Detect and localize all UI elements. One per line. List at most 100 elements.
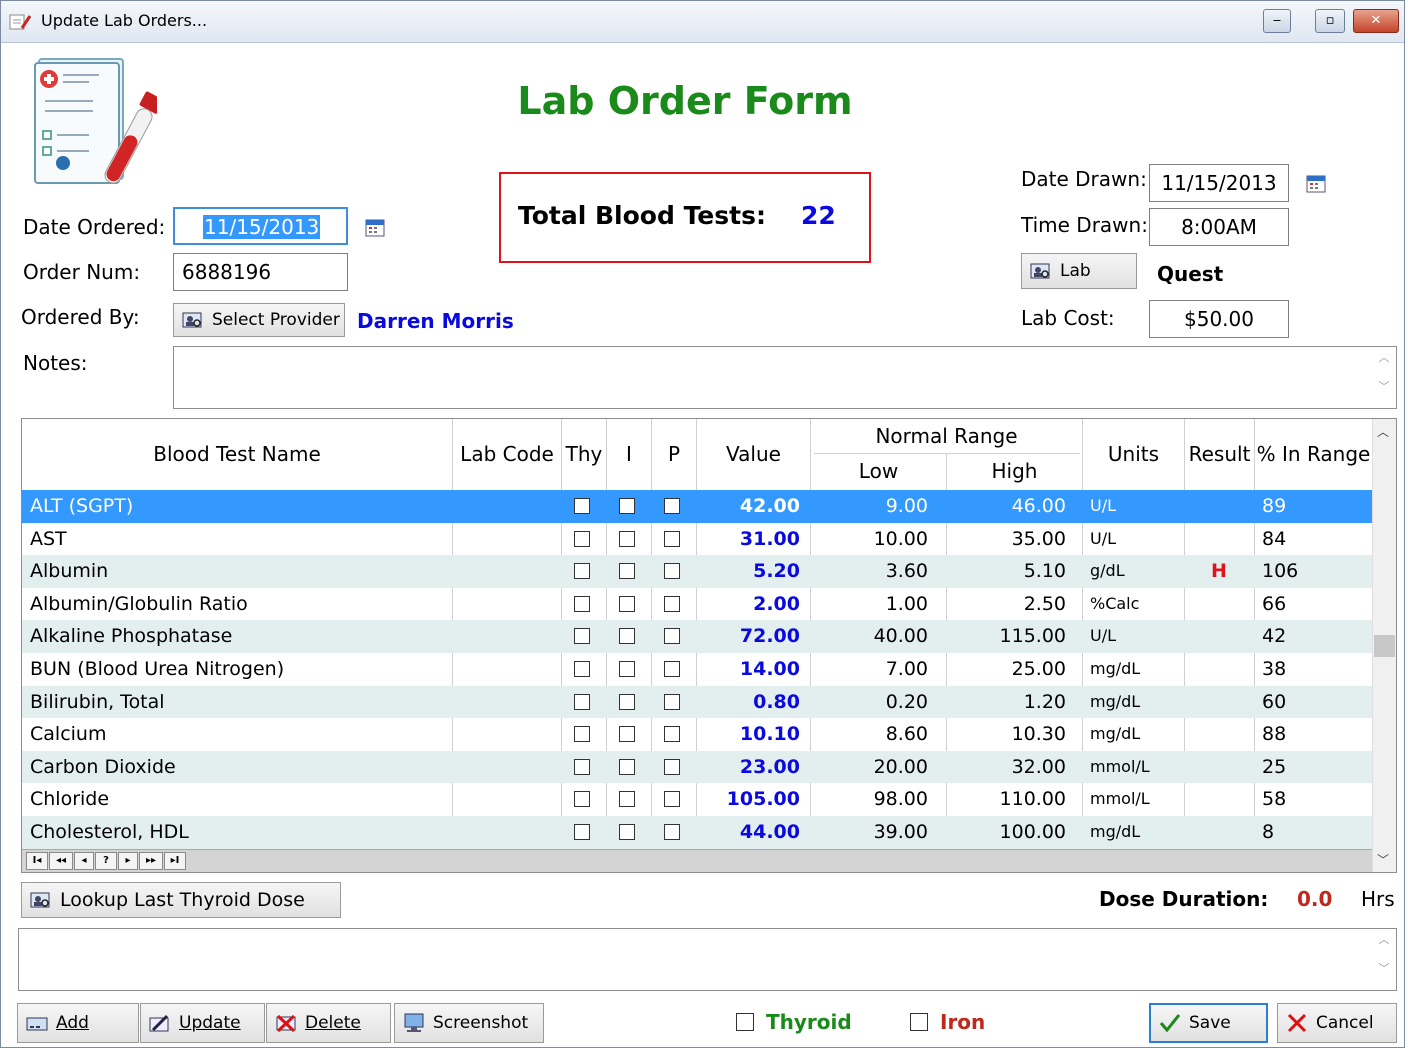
time-drawn-field[interactable]: 8:00AM <box>1149 208 1289 246</box>
navigator-button[interactable]: ▸ <box>118 852 138 870</box>
table-row[interactable]: Albumin 5.20 3.60 5.10 g/dL H 106 <box>22 555 1372 588</box>
navigator-button[interactable]: ◂◂ <box>49 852 73 870</box>
save-button[interactable]: Save <box>1149 1003 1268 1043</box>
header-thy[interactable]: Thy <box>562 442 606 466</box>
date-drawn-field[interactable]: 11/15/2013 <box>1149 164 1289 202</box>
thy-checkbox[interactable] <box>574 758 590 775</box>
table-row[interactable]: AST 31.00 10.00 35.00 U/L 84 <box>22 523 1372 556</box>
header-value[interactable]: Value <box>697 442 810 466</box>
i-checkbox[interactable] <box>619 661 635 677</box>
header-blood-test-name[interactable]: Blood Test Name <box>22 442 452 466</box>
i-checkbox[interactable] <box>619 726 635 743</box>
thy-checkbox[interactable] <box>574 595 590 612</box>
header-lab-code[interactable]: Lab Code <box>453 442 561 466</box>
calendar-icon[interactable] <box>365 217 385 237</box>
i-checkbox[interactable] <box>619 530 635 547</box>
table-row[interactable]: Albumin/Globulin Ratio 2.00 1.00 2.50 %Calc 6… <box>22 588 1372 621</box>
table-row[interactable]: ALT (SGPT) 42.00 9.00 46.00 U/L 89 <box>22 490 1372 523</box>
minimize-button[interactable]: ‒ <box>1263 9 1291 33</box>
close-button[interactable]: ✕ <box>1353 9 1399 33</box>
header-i[interactable]: I <box>607 442 651 466</box>
iron-checkbox-label: Iron <box>940 1010 986 1034</box>
navigator-button[interactable]: ▸▸ <box>139 852 163 870</box>
header-low[interactable]: Low <box>811 459 946 483</box>
blood-test-grid[interactable]: Blood Test Name Lab Code Thy I P Value N… <box>21 418 1397 873</box>
select-provider-button[interactable]: Select Provider <box>173 303 345 337</box>
notes-scrollbar[interactable]: ︿ ﹀ <box>1374 349 1394 406</box>
navigator-button[interactable]: ▸I <box>164 852 186 870</box>
p-checkbox[interactable] <box>664 693 680 710</box>
i-checkbox[interactable] <box>619 498 635 514</box>
i-checkbox[interactable] <box>619 693 635 710</box>
table-row[interactable]: Cholesterol, HDL 44.00 39.00 100.00 mg/dL 8 <box>22 816 1372 849</box>
i-checkbox[interactable] <box>619 628 635 645</box>
lab-form-logo-icon <box>34 58 157 184</box>
cell-pct-in-range: 25 <box>1262 755 1287 778</box>
i-checkbox[interactable] <box>619 758 635 775</box>
screenshot-label: Screenshot <box>433 1013 529 1033</box>
navigator-button[interactable]: ◂ <box>74 852 94 870</box>
i-checkbox[interactable] <box>619 791 635 808</box>
date-ordered-field[interactable]: 11/15/2013 <box>173 207 348 245</box>
p-checkbox[interactable] <box>664 628 680 645</box>
thy-checkbox[interactable] <box>574 824 590 840</box>
iron-checkbox[interactable] <box>910 1013 928 1031</box>
table-row[interactable]: BUN (Blood Urea Nitrogen) 14.00 7.00 25.00 m… <box>22 653 1372 686</box>
header-p[interactable]: P <box>652 442 696 466</box>
table-row[interactable]: Carbon Dioxide 23.00 20.00 32.00 mmol/L 25 <box>22 750 1372 784</box>
navigator-button[interactable]: I◂ <box>26 852 48 870</box>
cell-pct-in-range: 58 <box>1262 788 1287 811</box>
i-checkbox[interactable] <box>619 824 635 840</box>
table-row[interactable]: Calcium 10.10 8.60 10.30 mg/dL 88 <box>22 718 1372 751</box>
add-button[interactable]: Add <box>17 1003 139 1043</box>
scroll-up-arrow[interactable]: ︿ <box>1377 423 1389 440</box>
header-high[interactable]: High <box>947 459 1082 483</box>
p-checkbox[interactable] <box>664 824 680 840</box>
table-row[interactable]: Alkaline Phosphatase 72.00 40.00 115.00 U/L 4… <box>22 620 1372 653</box>
order-num-field[interactable]: 6888196 <box>173 253 348 291</box>
notes-field[interactable]: ︿ ﹀ <box>173 346 1397 409</box>
thy-checkbox[interactable] <box>574 498 590 514</box>
navigator-button[interactable]: ? <box>95 852 117 870</box>
i-checkbox[interactable] <box>619 563 635 580</box>
cancel-button[interactable]: Cancel <box>1277 1003 1397 1043</box>
p-checkbox[interactable] <box>664 758 680 775</box>
thyroid-checkbox[interactable] <box>736 1013 754 1031</box>
cell-pct-in-range: 84 <box>1262 527 1287 550</box>
table-row[interactable]: Chloride 105.00 98.00 110.00 mmol/L 58 <box>22 783 1372 816</box>
header-pct-in-range[interactable]: % In Range <box>1255 442 1372 466</box>
ordered-by-label: Ordered By: <box>21 305 140 329</box>
update-button[interactable]: Update <box>140 1003 265 1043</box>
p-checkbox[interactable] <box>664 661 680 677</box>
lookup-thyroid-dose-button[interactable]: Lookup Last Thyroid Dose <box>21 882 341 918</box>
delete-button[interactable]: Delete <box>266 1003 391 1043</box>
header-result[interactable]: Result <box>1185 442 1254 466</box>
calendar-drawn-icon[interactable] <box>1306 173 1326 193</box>
p-checkbox[interactable] <box>664 791 680 808</box>
p-checkbox[interactable] <box>664 595 680 612</box>
thy-checkbox[interactable] <box>574 628 590 645</box>
thy-checkbox[interactable] <box>574 661 590 677</box>
thyroid-memo-field[interactable]: ︿ ﹀ <box>18 928 1397 991</box>
scroll-thumb[interactable] <box>1374 635 1395 657</box>
scroll-down-arrow[interactable]: ﹀ <box>1377 851 1389 868</box>
screenshot-button[interactable]: Screenshot <box>394 1003 544 1043</box>
thy-checkbox[interactable] <box>574 791 590 808</box>
thy-checkbox[interactable] <box>574 530 590 547</box>
p-checkbox[interactable] <box>664 498 680 514</box>
save-label: Save <box>1189 1013 1231 1033</box>
maximize-button[interactable]: ▫ <box>1315 9 1345 33</box>
thy-checkbox[interactable] <box>574 726 590 743</box>
thy-checkbox[interactable] <box>574 693 590 710</box>
lab-cost-field[interactable]: $50.00 <box>1149 300 1289 338</box>
p-checkbox[interactable] <box>664 563 680 580</box>
header-units[interactable]: Units <box>1083 442 1184 466</box>
thyroid-memo-scrollbar[interactable]: ︿ ﹀ <box>1374 931 1394 988</box>
i-checkbox[interactable] <box>619 595 635 612</box>
p-checkbox[interactable] <box>664 726 680 743</box>
grid-scrollbar[interactable]: ︿ ﹀ <box>1372 419 1396 872</box>
thy-checkbox[interactable] <box>574 563 590 580</box>
table-row[interactable]: Bilirubin, Total 0.80 0.20 1.20 mg/dL 60 <box>22 685 1372 719</box>
lab-button[interactable]: Lab <box>1021 253 1137 289</box>
p-checkbox[interactable] <box>664 530 680 547</box>
